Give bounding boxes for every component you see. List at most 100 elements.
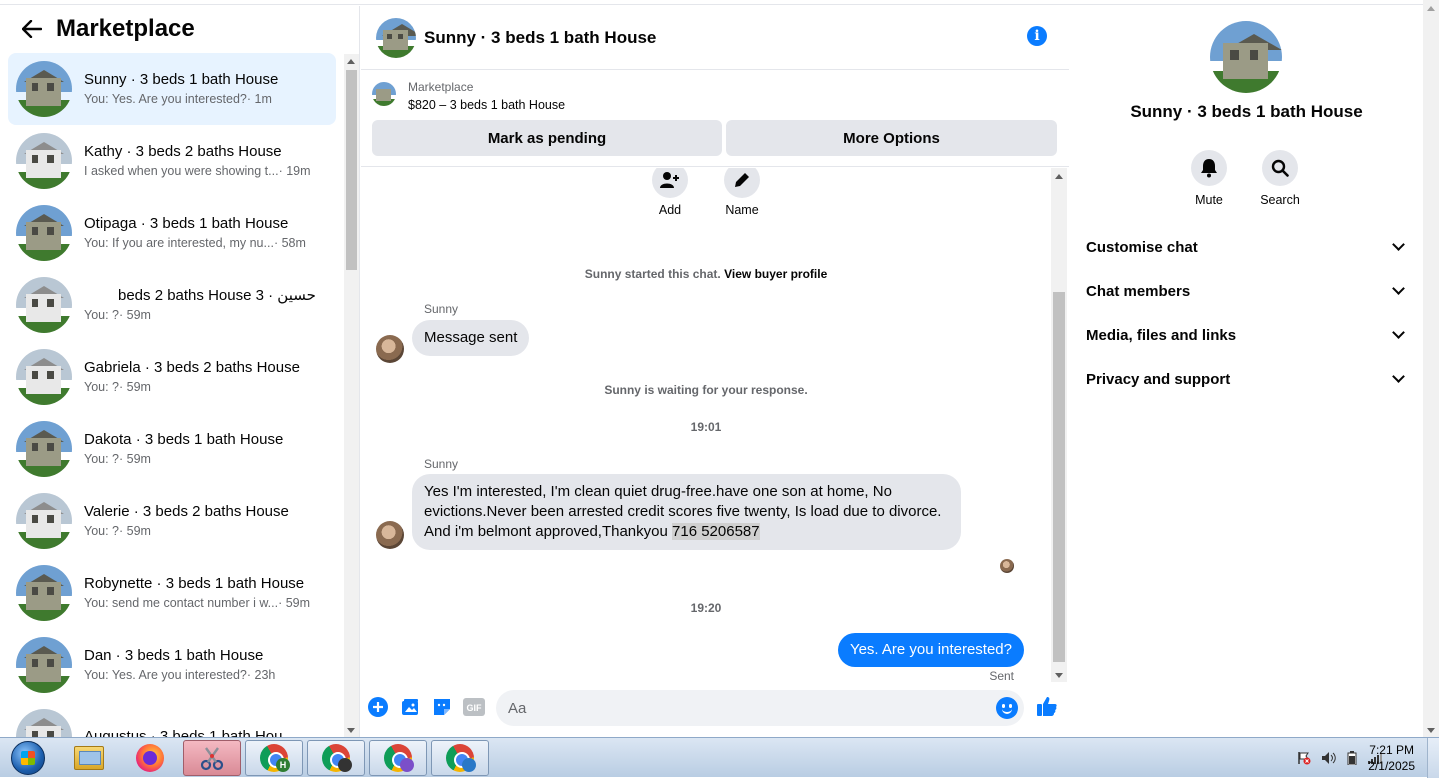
message-input[interactable] — [496, 690, 966, 726]
sidebar-scrollbar[interactable] — [344, 54, 359, 737]
outgoing-message[interactable]: Yes. Are you interested? — [837, 633, 1024, 667]
search-icon[interactable] — [1262, 150, 1298, 186]
listing-thumbnail[interactable] — [372, 82, 396, 106]
info-icon[interactable]: i — [1027, 26, 1047, 46]
conversation-item[interactable]: Gabriela · 3 beds 2 baths House You: ? · … — [8, 341, 336, 413]
chat-title[interactable]: Sunny · 3 beds 1 bath House — [424, 28, 656, 48]
action-center-flag-icon[interactable] — [1297, 751, 1311, 765]
conversation-item[interactable]: Dakota · 3 beds 1 bath House You: ? · 59m — [8, 413, 336, 485]
conversation-snippet: You: ? — [84, 452, 119, 466]
add-action[interactable]: Add — [652, 168, 688, 217]
chat-avatar[interactable] — [376, 17, 416, 58]
conversation-time: · 1m — [246, 92, 272, 106]
details-avatar[interactable] — [1210, 21, 1282, 93]
search-action[interactable]: Search — [1250, 150, 1310, 207]
conversation-name: Otipaga · 3 beds 1 bath House — [84, 215, 289, 232]
listing-source: Marketplace — [408, 80, 474, 94]
scroll-down-arrow-icon[interactable] — [1427, 728, 1435, 733]
start-button[interactable] — [2, 739, 54, 777]
taskbar-firefox[interactable] — [121, 740, 179, 776]
pencil-icon[interactable] — [724, 168, 760, 198]
conversation-preview: You: ? · 59m — [84, 450, 324, 468]
top-border — [0, 0, 1423, 5]
sender-avatar[interactable] — [376, 335, 404, 363]
battery-icon[interactable] — [1347, 751, 1357, 765]
taskbar-chrome-1[interactable]: H — [245, 740, 303, 776]
gif-icon[interactable]: GIF — [463, 696, 485, 718]
chat-header: Sunny · 3 beds 1 bath House i — [361, 6, 1069, 70]
conversation-preview: You: Yes. Are you interested? · 1m — [84, 90, 324, 108]
scroll-up-arrow-icon[interactable] — [1055, 174, 1063, 179]
conversation-preview: You: If you are interested, my nu... · 5… — [84, 234, 324, 252]
scroll-down-arrow-icon[interactable] — [347, 728, 355, 733]
seen-avatar — [1000, 559, 1014, 573]
section-label: Customise chat — [1086, 238, 1198, 256]
incoming-message[interactable]: Message sent — [412, 320, 530, 356]
incoming-message[interactable]: Yes I'm interested, I'm clean quiet drug… — [412, 474, 961, 550]
taskbar-snipping-tool[interactable] — [183, 740, 241, 776]
window-scrollbar[interactable] — [1423, 0, 1439, 737]
scroll-thumb[interactable] — [346, 70, 357, 270]
message-input-box[interactable] — [496, 690, 1024, 726]
conversation-item[interactable]: Sunny · 3 beds 1 bath House You: Yes. Are… — [8, 53, 336, 125]
conversation-name: Augustus · 3 beds 1 bath Hou... — [84, 728, 295, 737]
section-label: Privacy and support — [1086, 370, 1231, 388]
sticker-icon[interactable] — [431, 696, 453, 718]
add-label: Add — [658, 203, 682, 217]
conversation-name: Kathy · 3 beds 2 baths House — [84, 143, 282, 160]
conversation-name: Robynette · 3 beds 1 bath House — [84, 575, 305, 592]
taskbar-chrome-2[interactable] — [307, 740, 365, 776]
conversation-text: Dan · 3 beds 1 bath House You: Yes. Are y… — [84, 646, 324, 684]
chat-members-section[interactable]: Chat members — [1078, 271, 1415, 311]
conversation-item[interactable]: Valerie · 3 beds 2 baths House You: ? · 5… — [8, 485, 336, 557]
privacy-support-section[interactable]: Privacy and support — [1078, 359, 1415, 399]
profile-badge-icon — [462, 758, 476, 772]
photo-icon[interactable] — [399, 696, 421, 718]
conversation-item[interactable]: Otipaga · 3 beds 1 bath House You: If you… — [8, 197, 336, 269]
conversation-item[interactable]: Augustus · 3 beds 1 bath Hou... — [8, 701, 336, 737]
conversation-item[interactable]: حسين · 3 beds 2 baths House You: ? · 59m — [8, 269, 336, 341]
conversation-sidebar: Marketplace Sunny · 3 beds 1 bath House Y… — [0, 6, 360, 737]
view-buyer-profile-link[interactable]: View buyer profile — [724, 267, 827, 281]
emoji-icon[interactable] — [996, 697, 1018, 719]
search-label: Search — [1260, 193, 1300, 207]
conversation-item[interactable]: Dan · 3 beds 1 bath House You: Yes. Are y… — [8, 629, 336, 701]
back-arrow-icon[interactable] — [12, 9, 52, 49]
volume-icon[interactable] — [1321, 751, 1337, 765]
more-options-button[interactable]: More Options — [726, 120, 1057, 156]
conversation-item[interactable]: Kathy · 3 beds 2 baths House I asked when… — [8, 125, 336, 197]
plus-icon[interactable] — [367, 696, 389, 718]
listing-thumbnail — [16, 205, 72, 261]
thumbs-up-icon[interactable] — [1035, 694, 1059, 718]
svg-text:GIF: GIF — [467, 703, 483, 713]
taskbar-clock[interactable]: 7:21 PM 2/1/2025 — [1368, 742, 1415, 774]
conversation-text: Sunny · 3 beds 1 bath House You: Yes. Are… — [84, 70, 324, 108]
sender-avatar[interactable] — [376, 521, 404, 549]
media-files-links-section[interactable]: Media, files and links — [1078, 315, 1415, 355]
show-desktop-button[interactable] — [1427, 738, 1439, 778]
phone-number[interactable]: 716 5206587 — [672, 523, 760, 540]
name-action[interactable]: Name — [724, 168, 760, 217]
chat-scrollbar[interactable] — [1051, 168, 1067, 682]
scroll-up-arrow-icon[interactable] — [347, 59, 355, 64]
taskbar-file-explorer[interactable] — [60, 740, 118, 776]
taskbar-chrome-4[interactable] — [431, 740, 489, 776]
add-person-icon[interactable] — [652, 168, 688, 198]
conversation-item[interactable]: Robynette · 3 beds 1 bath House You: send… — [8, 557, 336, 629]
conversation-list: Sunny · 3 beds 1 bath House You: Yes. Are… — [0, 53, 344, 737]
conversation-text: Valerie · 3 beds 2 baths House You: ? · 5… — [84, 502, 324, 540]
conversation-snippet: You: ? — [84, 380, 119, 394]
taskbar-chrome-3[interactable] — [369, 740, 427, 776]
scroll-thumb[interactable] — [1053, 292, 1065, 662]
listing-title[interactable]: $820 – 3 beds 1 bath House — [408, 98, 565, 112]
bell-icon[interactable] — [1191, 150, 1227, 186]
mute-action[interactable]: Mute — [1179, 150, 1239, 207]
scroll-up-arrow-icon[interactable] — [1427, 6, 1435, 11]
conversation-name: Gabriela · 3 beds 2 baths House — [84, 359, 300, 376]
message-sender: Sunny — [424, 302, 459, 316]
conversation-text: Gabriela · 3 beds 2 baths House You: ? · … — [84, 358, 324, 396]
mark-as-pending-button[interactable]: Mark as pending — [372, 120, 722, 156]
scroll-down-arrow-icon[interactable] — [1055, 673, 1063, 678]
customise-chat-section[interactable]: Customise chat — [1078, 227, 1415, 267]
conversation-preview: I asked when you were showing t... · 19m — [84, 162, 324, 180]
